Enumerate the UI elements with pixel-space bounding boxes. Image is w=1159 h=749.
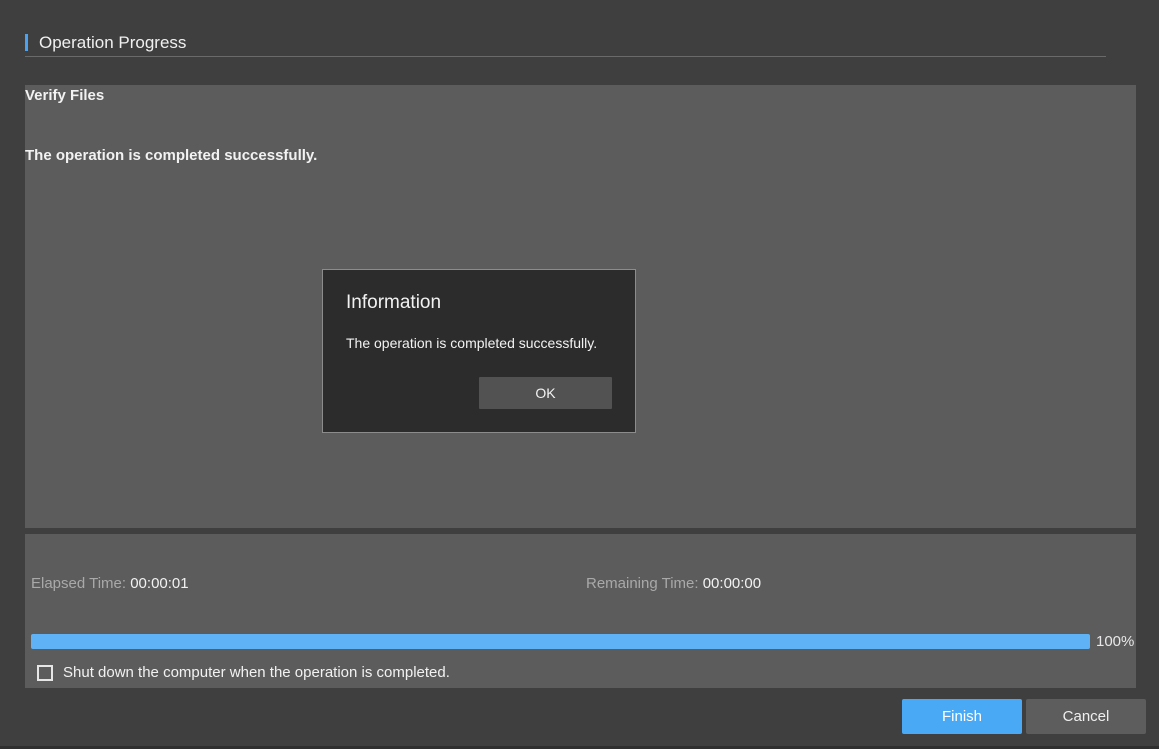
dialog-message: The operation is completed successfully. [346,335,598,351]
elapsed-time-label: Elapsed Time: [31,575,127,592]
dialog-title: Information [346,292,442,313]
progress-bar-fill [31,634,1090,649]
operation-progress-window: Operation Progress Verify Files The oper… [0,0,1159,749]
finish-button[interactable]: Finish [902,699,1022,734]
section-header: Operation Progress [25,33,1106,57]
status-panel: Elapsed Time: 00:00:01 Remaining Time: 0… [25,534,1136,688]
elapsed-time-value: 00:00:01 [130,575,189,592]
page-title: Operation Progress [39,33,187,52]
shutdown-checkbox-label[interactable]: Shut down the computer when the operatio… [63,664,450,682]
cancel-button[interactable]: Cancel [1026,699,1146,734]
shutdown-checkbox[interactable] [37,665,53,681]
shutdown-option[interactable]: Shut down the computer when the operatio… [37,662,450,684]
remaining-time-value: 00:00:00 [702,575,762,592]
log-line-result: The operation is completed successfully. [25,147,318,164]
progress-percent: 100% [1096,633,1135,650]
remaining-time-label: Remaining Time: [586,575,699,592]
log-line-step: Verify Files [25,87,105,104]
remaining-time: Remaining Time: 00:00:00 [586,575,761,593]
elapsed-time: Elapsed Time: 00:00:01 [31,575,189,593]
header-accent-bar [25,34,28,51]
information-dialog: Information The operation is completed s… [322,269,636,433]
progress-bar [31,634,1090,649]
dialog-ok-button[interactable]: OK [479,377,612,409]
